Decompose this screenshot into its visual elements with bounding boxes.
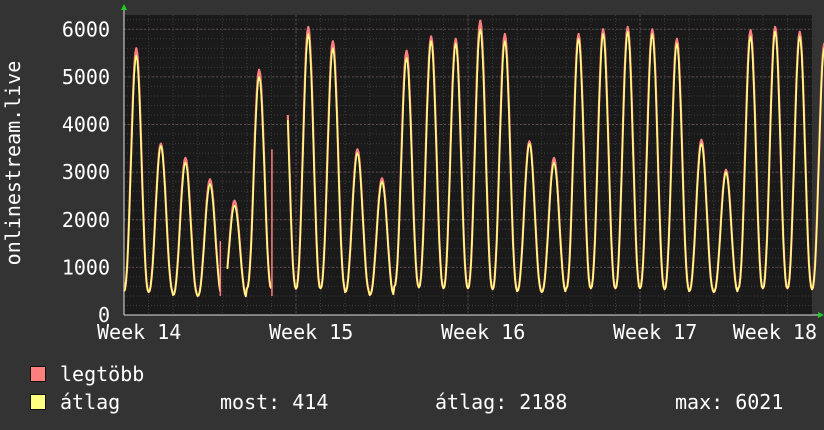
- y-axis-arrow: [121, 4, 127, 10]
- legend-swatch-max: [30, 366, 46, 382]
- legend-item-max: legtöbb: [30, 363, 330, 385]
- x-axis-arrow: [818, 312, 824, 318]
- y-tick-label: 2000: [62, 208, 110, 232]
- y-tick-label: 1000: [62, 255, 110, 279]
- stat-average: átlag: 2188: [435, 390, 568, 414]
- legend-label-max: legtöbb: [60, 362, 145, 386]
- stat-now: most: 414: [220, 390, 329, 414]
- x-tick-label: Week 15: [269, 320, 353, 344]
- chart: 0 1000 2000 3000 4000 5000 6000 Week 14 Week 15 W…: [0, 0, 824, 430]
- legend-item-avg: átlag most: 414 átlag: 2188 max: 6021: [30, 391, 810, 413]
- x-tick-label: Week 14: [97, 320, 181, 344]
- y-tick-label: 6000: [62, 17, 110, 41]
- x-tick-label: Week 18: [733, 320, 817, 344]
- y-tick-label: 3000: [62, 160, 110, 184]
- x-tick-label: Week 17: [613, 320, 697, 344]
- y-axis-label: onlinestream.live: [1, 61, 25, 266]
- y-tick-label: 4000: [62, 113, 110, 137]
- legend-label-avg: átlag: [60, 390, 121, 414]
- legend-swatch-avg: [30, 394, 46, 410]
- y-tick-label: 5000: [62, 65, 110, 89]
- x-tick-label: Week 16: [441, 320, 525, 344]
- stat-max: max: 6021: [675, 390, 784, 414]
